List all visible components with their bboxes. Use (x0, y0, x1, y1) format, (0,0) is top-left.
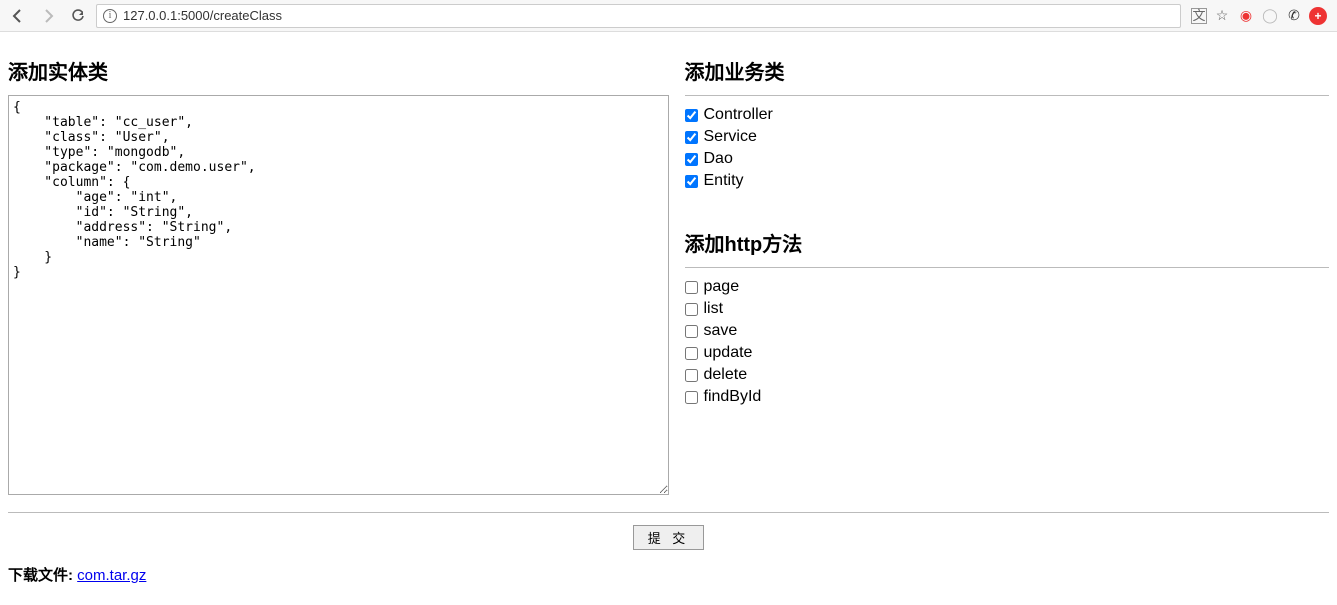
divider (685, 95, 1330, 96)
info-icon: i (103, 9, 117, 23)
heading-entity: 添加实体类 (8, 56, 669, 85)
divider (8, 512, 1329, 513)
http-item-label: update (704, 342, 753, 364)
http-item-checkbox[interactable] (685, 391, 698, 404)
http-item-row[interactable]: delete (685, 364, 1330, 386)
http-item-label: page (704, 276, 740, 298)
http-checkbox-list: pagelistsaveupdatedeletefindById (685, 276, 1330, 408)
url-text: 127.0.0.1:5000/createClass (123, 8, 1174, 23)
arrow-left-icon (10, 8, 26, 24)
download-row: 下载文件: com.tar.gz (8, 564, 1329, 593)
http-item-row[interactable]: save (685, 320, 1330, 342)
business-item-row[interactable]: Dao (685, 148, 1330, 170)
extension-icons: 文 ☆ ◉ ◯ ✆ + (1187, 7, 1331, 25)
reload-icon (70, 8, 86, 24)
ext-plus-icon[interactable]: + (1309, 7, 1327, 25)
business-item-checkbox[interactable] (685, 175, 698, 188)
business-item-checkbox[interactable] (685, 131, 698, 144)
heading-business: 添加业务类 (685, 56, 1330, 85)
reload-button[interactable] (66, 4, 90, 28)
http-item-label: delete (704, 364, 748, 386)
http-item-row[interactable]: list (685, 298, 1330, 320)
business-item-label: Dao (704, 148, 733, 170)
page-content: 添加实体类 添加业务类 ControllerServiceDaoEntity 添… (0, 32, 1337, 593)
business-item-row[interactable]: Controller (685, 104, 1330, 126)
http-item-checkbox[interactable] (685, 281, 698, 294)
download-link[interactable]: com.tar.gz (77, 567, 146, 584)
business-checkbox-list: ControllerServiceDaoEntity (685, 104, 1330, 192)
business-item-row[interactable]: Service (685, 126, 1330, 148)
ext-grey-circle-icon[interactable]: ◯ (1261, 7, 1279, 25)
http-item-checkbox[interactable] (685, 303, 698, 316)
back-button[interactable] (6, 4, 30, 28)
arrow-right-icon (40, 8, 56, 24)
download-label: 下载文件: (8, 567, 77, 584)
http-item-row[interactable]: findById (685, 386, 1330, 408)
business-item-checkbox[interactable] (685, 109, 698, 122)
translate-icon[interactable]: 文 (1191, 8, 1207, 24)
business-item-checkbox[interactable] (685, 153, 698, 166)
http-item-label: list (704, 298, 724, 320)
business-item-label: Entity (704, 170, 744, 192)
entity-json-textarea[interactable] (8, 95, 669, 495)
url-bar[interactable]: i 127.0.0.1:5000/createClass (96, 4, 1181, 28)
left-column: 添加实体类 (8, 32, 669, 504)
star-icon[interactable]: ☆ (1213, 7, 1231, 25)
submit-button[interactable]: 提 交 (633, 525, 705, 550)
http-item-row[interactable]: page (685, 276, 1330, 298)
heading-http: 添加http方法 (685, 228, 1330, 257)
business-item-label: Service (704, 126, 757, 148)
right-column: 添加业务类 ControllerServiceDaoEntity 添加http方… (677, 32, 1330, 504)
http-item-checkbox[interactable] (685, 369, 698, 382)
ext-phone-icon[interactable]: ✆ (1285, 7, 1303, 25)
http-item-checkbox[interactable] (685, 325, 698, 338)
forward-button[interactable] (36, 4, 60, 28)
http-item-row[interactable]: update (685, 342, 1330, 364)
http-item-label: findById (704, 386, 762, 408)
browser-toolbar: i 127.0.0.1:5000/createClass 文 ☆ ◉ ◯ ✆ + (0, 0, 1337, 32)
http-item-checkbox[interactable] (685, 347, 698, 360)
divider (685, 267, 1330, 268)
business-item-row[interactable]: Entity (685, 170, 1330, 192)
http-item-label: save (704, 320, 738, 342)
submit-row: 提 交 (8, 525, 1329, 550)
ext-red-circle-icon[interactable]: ◉ (1237, 7, 1255, 25)
business-item-label: Controller (704, 104, 773, 126)
